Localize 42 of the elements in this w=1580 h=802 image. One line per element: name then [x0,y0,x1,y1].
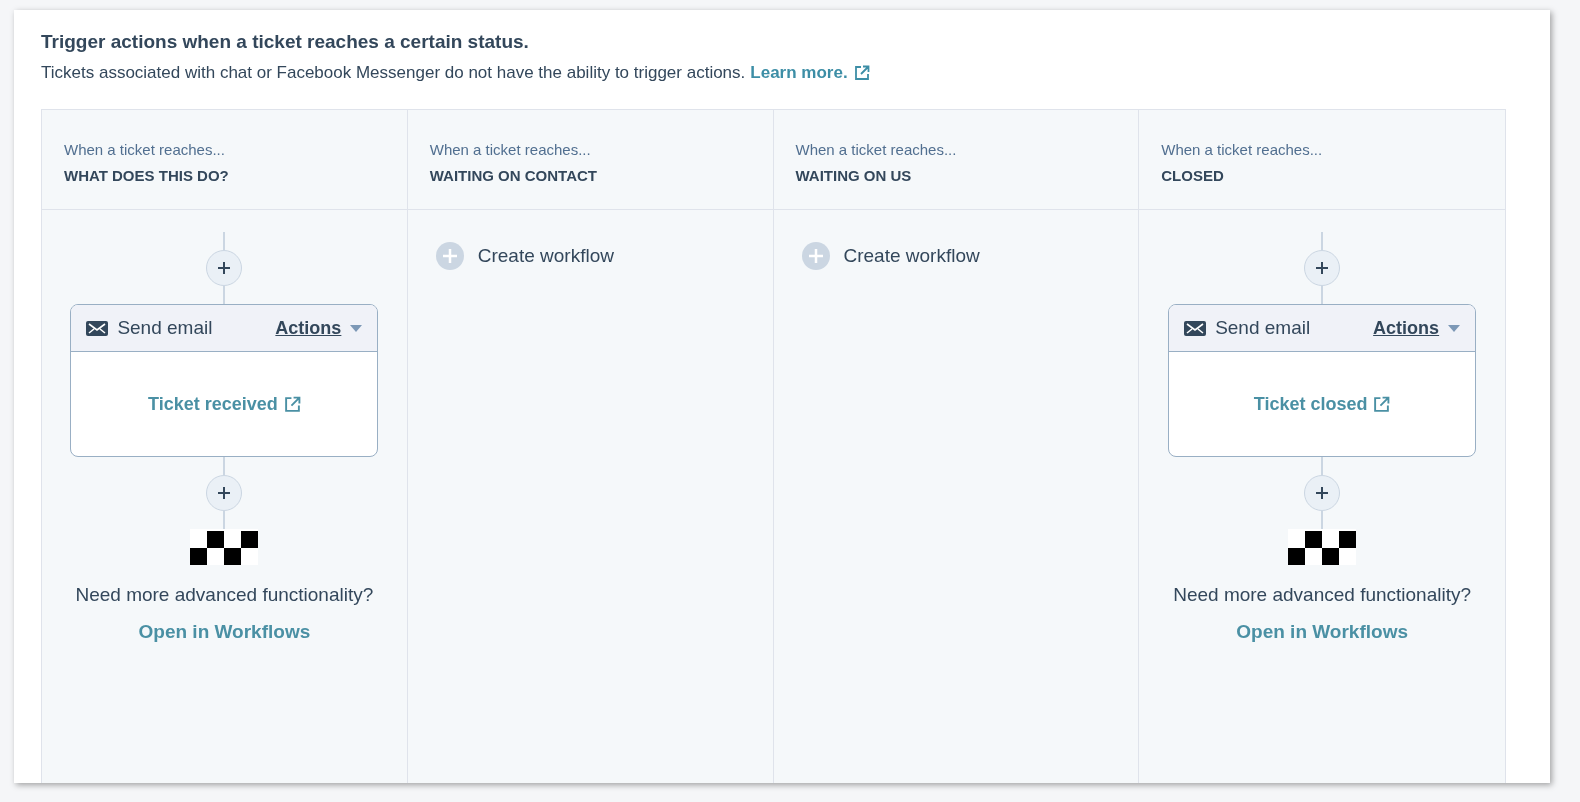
status-label: WAITING ON US [795,166,912,186]
actions-dropdown[interactable]: Actions [275,314,363,342]
column-caption: When a ticket reaches... [795,140,957,160]
add-step-button[interactable] [1304,475,1341,511]
action-title: Send email [1215,315,1311,340]
email-template-link[interactable]: Ticket closed [1253,390,1368,418]
status-label: CLOSED [1161,166,1224,186]
plus-circle-icon [435,242,464,271]
description: Tickets associated with chat or Facebook Messenger do not have the ability to trigger actions. [41,62,746,84]
open-in-workflows-link[interactable]: Open in Workflows [138,617,311,646]
plus-icon [1315,486,1330,500]
upgrade-prompt: Need more advanced functionality? [75,583,374,607]
external-link-icon [853,65,870,81]
plus-circle-icon [801,242,830,271]
create-workflow-button[interactable]: Create workflow [801,242,980,271]
checkered-flag-icon [190,529,259,565]
section-heading: Trigger actions when a ticket reaches a certain status. [41,30,529,54]
envelope-icon [86,320,109,336]
add-step-button[interactable] [1304,250,1341,286]
column-caption: When a ticket reaches... [1161,140,1323,160]
caret-icon [1448,324,1461,332]
caret-icon [350,324,363,332]
column-caption: When a ticket reaches... [429,140,591,160]
email-template-link[interactable]: Ticket received [148,390,278,418]
external-link-icon [283,395,301,413]
plus-icon [217,486,232,500]
actions-dropdown[interactable]: Actions [1373,314,1461,342]
status-label: WHAT DOES THIS DO? [64,166,229,186]
open-in-workflows-link[interactable]: Open in Workflows [1236,617,1408,646]
learn-more-link[interactable]: Learn more. [750,61,848,85]
envelope-icon [1184,320,1207,336]
status-label: WAITING ON CONTACT [429,166,597,186]
add-step-button[interactable] [206,475,243,511]
external-link-icon [1373,395,1391,413]
upgrade-prompt: Need more advanced functionality? [1173,583,1472,607]
create-workflow-button[interactable]: Create workflow [435,242,614,271]
action-title: Send email [117,315,213,340]
plus-icon [1315,261,1330,275]
checkered-flag-icon [1288,529,1357,565]
add-step-button[interactable] [206,250,243,286]
column-caption: When a ticket reaches... [64,140,225,160]
plus-icon [217,261,232,275]
